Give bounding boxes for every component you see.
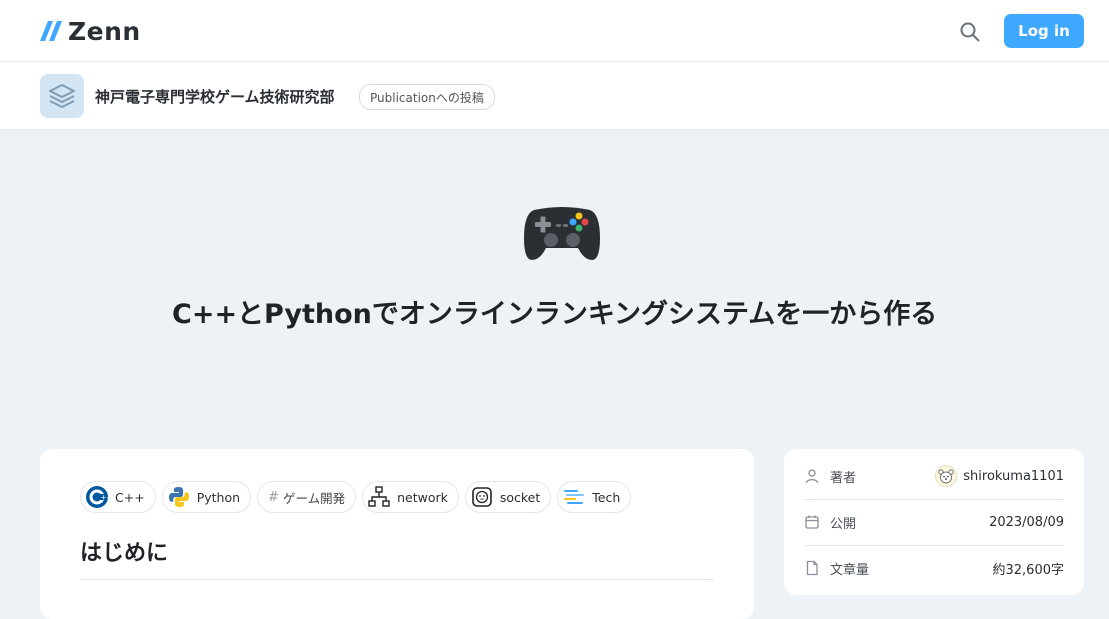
article-info-card: 著者 shirokuma1101 公開 2023/08/09 文章量 約32,6…	[784, 449, 1084, 595]
length-row: 文章量 約32,600字	[804, 545, 1064, 591]
length-value: 約32,600字	[992, 562, 1065, 578]
tag-label: ゲーム開発	[282, 490, 346, 506]
author-link[interactable]: shirokuma1101	[935, 465, 1064, 487]
search-icon[interactable]	[958, 20, 982, 44]
publication-bar: 神戸電子専門学校ゲーム技術研究部 Publicationへの投稿	[0, 62, 1109, 130]
tag-label: C++	[115, 489, 145, 505]
author-label: 著者	[830, 470, 857, 486]
tag-network[interactable]: network	[362, 481, 459, 513]
published-date: 2023/08/09	[989, 514, 1064, 530]
calendar-icon	[805, 515, 819, 529]
tech-icon	[562, 485, 586, 509]
author-row: 著者 shirokuma1101	[804, 453, 1064, 500]
publication-avatar[interactable]	[40, 74, 84, 118]
network-icon	[367, 485, 391, 509]
user-icon	[805, 469, 819, 484]
length-label: 文章量	[830, 562, 870, 578]
tag-cpp[interactable]: ++ C++	[80, 481, 156, 513]
tag-label: Tech	[592, 489, 621, 505]
section-heading: はじめに	[80, 535, 714, 580]
zenn-logo[interactable]: Zenn	[40, 16, 141, 46]
article-body-card: ++ C++ Python # ゲーム開発	[40, 449, 754, 619]
tag-label: Python	[196, 489, 241, 505]
tag-python[interactable]: Python	[161, 481, 252, 513]
tag-tech[interactable]: Tech	[557, 481, 632, 513]
tag-label: socket	[499, 489, 541, 505]
tag-socket[interactable]: socket	[464, 481, 552, 513]
publication-name[interactable]: 神戸電子専門学校ゲーム技術研究部	[95, 86, 335, 107]
tag-label: network	[397, 489, 448, 505]
logo-text: Zenn	[68, 16, 141, 46]
game-controller-icon	[524, 207, 600, 260]
tag-list: ++ C++ Python # ゲーム開発	[80, 481, 632, 513]
published-label: 公開	[830, 516, 857, 532]
author-avatar	[935, 465, 958, 487]
site-header: Zenn Log in	[0, 0, 1109, 62]
published-row: 公開 2023/08/09	[804, 499, 1064, 546]
layers-icon	[49, 84, 75, 108]
hash-icon: #	[268, 489, 279, 505]
publication-badge: Publicationへの投稿	[359, 84, 495, 110]
document-icon	[806, 560, 818, 576]
article-title: C++とPythonでオンラインランキングシステムを一から作る	[172, 299, 938, 330]
socket-icon	[470, 485, 494, 509]
login-button[interactable]: Log in	[1004, 14, 1084, 48]
svg-text:++: ++	[101, 494, 110, 502]
tag-game-dev[interactable]: # ゲーム開発	[257, 481, 357, 513]
python-logo-icon	[167, 485, 191, 509]
author-name: shirokuma1101	[963, 468, 1064, 484]
zenn-logo-icon	[40, 21, 62, 41]
cpp-logo-icon: ++	[85, 485, 109, 509]
